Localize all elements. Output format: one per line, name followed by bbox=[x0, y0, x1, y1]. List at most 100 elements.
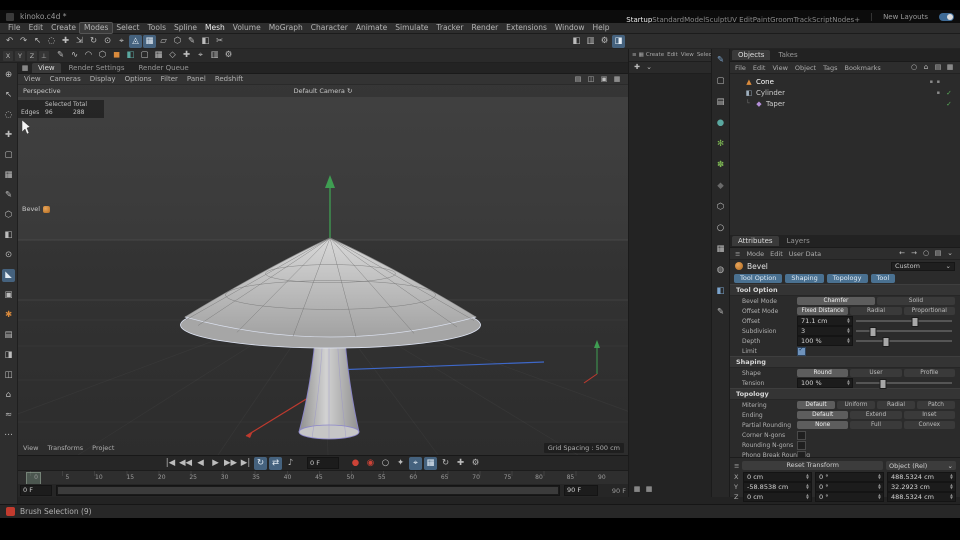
shape-option[interactable]: User bbox=[850, 369, 902, 377]
select-tool-icon[interactable]: ↖ bbox=[2, 89, 15, 102]
corner-ngons-checkbox[interactable] bbox=[797, 430, 806, 440]
range-bar[interactable] bbox=[58, 487, 558, 494]
panel-menu-icon[interactable]: ⌄ bbox=[945, 249, 955, 259]
field-spinner[interactable] bbox=[805, 484, 810, 489]
more-icon[interactable]: ⋯ bbox=[2, 429, 15, 442]
arc-icon[interactable]: ◠ bbox=[82, 49, 95, 62]
menu-item[interactable]: File bbox=[4, 23, 25, 33]
menu-item[interactable]: Animate bbox=[352, 23, 391, 33]
key-selection-icon[interactable]: ✦ bbox=[394, 457, 407, 470]
viewport-menu-item[interactable]: Redshift bbox=[215, 75, 243, 83]
field-spinner[interactable] bbox=[949, 484, 954, 489]
play-icon[interactable]: ▶ bbox=[209, 457, 222, 470]
menu-item[interactable]: Simulate bbox=[391, 23, 432, 33]
center-tab[interactable]: Render Queue bbox=[132, 63, 194, 73]
pen-icon[interactable]: ✎ bbox=[185, 35, 198, 48]
workplane-icon[interactable]: ▱ bbox=[157, 35, 170, 48]
search-icon[interactable]: ○ bbox=[921, 249, 931, 259]
rotation-field[interactable]: 0 ° bbox=[815, 471, 884, 482]
panel-menu-item[interactable]: View bbox=[681, 52, 694, 58]
menu-item[interactable]: Help bbox=[588, 23, 613, 33]
shader-field-icon[interactable]: ✽ bbox=[714, 159, 727, 172]
cube-primitive-icon[interactable]: ◼ bbox=[110, 49, 123, 62]
field-spinner[interactable] bbox=[877, 474, 882, 479]
center-tab[interactable]: Render Settings bbox=[63, 63, 131, 73]
field-icon[interactable]: ✻ bbox=[714, 138, 727, 151]
range-end-field[interactable]: 90 F bbox=[564, 485, 598, 496]
extrude-icon[interactable]: ◧ bbox=[199, 35, 212, 48]
menu-item[interactable]: Character bbox=[307, 23, 352, 33]
field-spinner[interactable] bbox=[949, 494, 954, 499]
undo-icon[interactable]: ↶ bbox=[3, 35, 16, 48]
layout-grid-icon[interactable]: ▦ bbox=[632, 484, 642, 494]
mitering-option[interactable]: Patch bbox=[917, 401, 955, 409]
wire-sphere-icon[interactable]: ◍ bbox=[714, 264, 727, 277]
menu-item[interactable]: MoGraph bbox=[265, 23, 307, 33]
bevel-mode-option[interactable]: Solid bbox=[877, 297, 955, 305]
shape-option[interactable]: Profile bbox=[903, 369, 955, 377]
panel-menu-item[interactable]: Edit bbox=[667, 52, 678, 58]
lock-icon[interactable]: ▤ bbox=[933, 249, 943, 259]
chevron-down-icon[interactable]: ⌄ bbox=[644, 63, 654, 73]
settings-icon[interactable]: ⚙ bbox=[222, 49, 235, 62]
bevel-tool-icon[interactable]: ◣ bbox=[2, 269, 15, 282]
position-field[interactable]: 0 cm bbox=[743, 471, 812, 482]
axis-lock-toggle[interactable]: Y bbox=[15, 50, 25, 61]
subdivision-field[interactable]: 3 bbox=[797, 326, 853, 336]
inner-extrude-icon[interactable]: ⊙ bbox=[2, 249, 15, 262]
menu-item[interactable]: Tools bbox=[144, 23, 170, 33]
field-spinner[interactable] bbox=[846, 380, 851, 385]
range-track[interactable] bbox=[56, 485, 560, 496]
object-menu-item[interactable]: Object bbox=[795, 64, 816, 72]
reset-transform-button[interactable]: Reset Transform bbox=[742, 461, 883, 470]
record-icon[interactable]: ● bbox=[349, 457, 362, 470]
keyframe-icon[interactable]: ○ bbox=[379, 457, 392, 470]
record-scale-icon[interactable]: ▦ bbox=[424, 456, 437, 470]
record-position-icon[interactable]: ⌖ bbox=[409, 456, 422, 470]
last-tool-icon[interactable]: ⊙ bbox=[101, 35, 114, 48]
panel-menu-item[interactable]: Select bbox=[697, 52, 711, 58]
ending-option[interactable]: Extend bbox=[850, 411, 902, 419]
attribute-group-tab[interactable]: Topology bbox=[826, 273, 868, 283]
search-icon[interactable]: ○ bbox=[909, 63, 919, 73]
footer-menu-item[interactable]: View bbox=[23, 444, 38, 452]
limit-checkbox[interactable] bbox=[797, 346, 806, 356]
object-menu-item[interactable]: Bookmarks bbox=[844, 64, 880, 72]
polygon-tool-icon[interactable]: ⬡ bbox=[2, 209, 15, 222]
sound-icon[interactable]: ♪ bbox=[284, 457, 297, 470]
offset-mode-option[interactable]: Fixed Distance bbox=[797, 307, 849, 315]
mitering-option[interactable]: Default bbox=[797, 401, 835, 409]
add-icon[interactable]: ✚ bbox=[632, 63, 642, 73]
home-icon[interactable]: ⌂ bbox=[921, 63, 931, 73]
pingpong-icon[interactable]: ⇄ bbox=[269, 456, 282, 470]
attribute-group-tab[interactable]: Tool bbox=[870, 273, 896, 283]
instance-icon[interactable]: ◇ bbox=[166, 49, 179, 62]
redo-icon[interactable]: ↷ bbox=[17, 35, 30, 48]
extrude-tool-icon[interactable]: ◧ bbox=[2, 229, 15, 242]
edit-pencil-icon[interactable]: ✎ bbox=[714, 306, 727, 319]
ngon-icon[interactable]: ⬡ bbox=[96, 49, 109, 62]
menu-item[interactable]: Select bbox=[112, 23, 143, 33]
timeline-ruler[interactable]: 0 5 10 15 20 25 30 35 40 45 50 55 60 65 70 75 80 85 90 bbox=[18, 470, 628, 486]
viewport[interactable]: View Cameras Display Options Filter Panel Reds… bbox=[18, 74, 628, 455]
filter-grid-icon[interactable]: ▦ bbox=[945, 63, 955, 73]
zoom-tool-icon[interactable]: ⊕ bbox=[2, 69, 15, 82]
offset-field[interactable]: 71.1 cm bbox=[797, 316, 853, 326]
field-spinner[interactable] bbox=[877, 494, 882, 499]
back-icon[interactable]: ← bbox=[897, 249, 907, 259]
forward-icon[interactable]: → bbox=[909, 249, 919, 259]
cylinder-primitive-icon[interactable]: ◧ bbox=[124, 49, 137, 62]
mitering-option[interactable]: Radial bbox=[877, 401, 915, 409]
viewport-menu-item[interactable]: Display bbox=[90, 75, 116, 83]
autokey-icon[interactable]: ◉ bbox=[364, 457, 377, 470]
camera-label[interactable]: Default Camera ↻ bbox=[18, 87, 628, 95]
home-icon[interactable]: ⌂ bbox=[2, 389, 15, 402]
snap-icon[interactable]: ◬ bbox=[129, 34, 142, 48]
offset-mode-option[interactable]: Proportional bbox=[903, 307, 955, 315]
object-row[interactable]: └ ◆ Taper ✓ bbox=[740, 98, 960, 109]
pen-tool-icon[interactable]: ✎ bbox=[2, 189, 15, 202]
position-field[interactable]: 0 cm bbox=[743, 491, 812, 502]
knife-icon[interactable]: ✂ bbox=[213, 35, 226, 48]
bevel-mode-option[interactable]: Chamfer bbox=[797, 297, 875, 305]
section-heading-tool-option[interactable]: Tool Option bbox=[730, 284, 960, 296]
